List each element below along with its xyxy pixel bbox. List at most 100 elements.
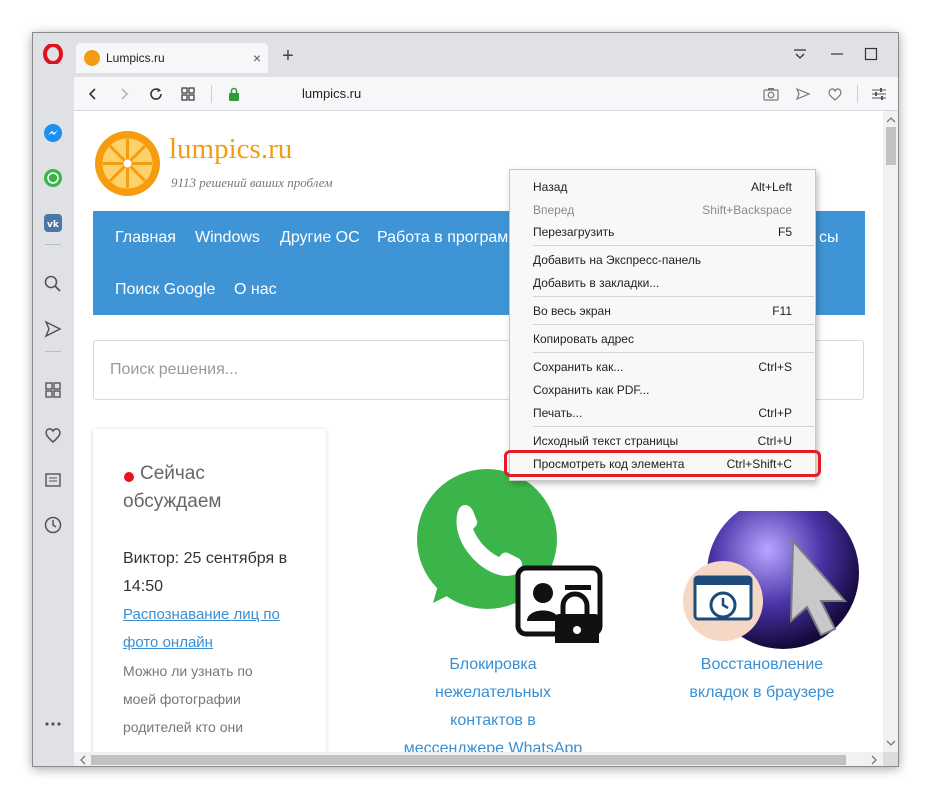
menu-item-add-speed-dial[interactable]: Добавить на Экспресс-панель bbox=[510, 249, 815, 271]
orange-slice-icon bbox=[102, 138, 153, 189]
article-title-line: Блокировка bbox=[449, 656, 537, 673]
tab-close-button[interactable]: × bbox=[246, 50, 268, 66]
site-subtitle: 9113 решений ваших проблем bbox=[171, 175, 333, 190]
live-dot-icon bbox=[124, 472, 134, 482]
tab-menu-icon[interactable] bbox=[785, 41, 815, 67]
whatsapp-article-image[interactable] bbox=[403, 463, 603, 648]
menu-separator bbox=[533, 324, 814, 325]
comment-text: родителей кто они bbox=[123, 719, 244, 735]
whatsapp-icon[interactable] bbox=[42, 167, 64, 189]
menu-item-save-pdf[interactable]: Сохранить как PDF... bbox=[510, 379, 815, 401]
maximize-button[interactable] bbox=[856, 41, 886, 67]
menu-item-reload[interactable]: Перезагрузить F5 bbox=[510, 221, 815, 243]
sidebar-separator bbox=[45, 244, 61, 245]
horizontal-scrollbar[interactable] bbox=[74, 752, 883, 767]
bookmark-heart-icon[interactable] bbox=[824, 83, 846, 105]
menu-item-fullscreen[interactable]: Во весь экран F11 bbox=[510, 300, 815, 322]
site-logo[interactable] bbox=[95, 131, 160, 196]
search-placeholder: Поиск решения... bbox=[110, 361, 239, 378]
url-field[interactable]: lumpics.ru bbox=[302, 86, 361, 101]
menu-item-label: Добавить на Экспресс-панель bbox=[533, 253, 702, 267]
opera-logo-icon[interactable] bbox=[42, 43, 64, 65]
nav-item-google-search[interactable]: Поиск Google bbox=[115, 281, 215, 299]
vk-icon[interactable]: vk bbox=[42, 212, 64, 234]
menu-separator bbox=[533, 426, 814, 427]
article-title-restore-tabs[interactable]: Восстановление вкладок в браузере bbox=[662, 651, 862, 707]
menu-item-print[interactable]: Печать... Ctrl+P bbox=[510, 402, 815, 424]
scroll-thumb[interactable] bbox=[886, 127, 896, 165]
article-title-line: контактов в bbox=[450, 712, 536, 729]
context-menu: Назад Alt+Left Вперед Shift+Backspace Пере… bbox=[509, 169, 816, 481]
address-bar: lumpics.ru bbox=[74, 77, 898, 111]
menu-item-add-bookmark[interactable]: Добавить в закладки... bbox=[510, 272, 815, 294]
more-icon[interactable] bbox=[42, 713, 64, 735]
nav-item-about[interactable]: О нас bbox=[234, 281, 277, 299]
nav-item-truncated[interactable]: сы bbox=[819, 229, 839, 247]
forward-button[interactable] bbox=[113, 83, 135, 105]
heart-icon[interactable] bbox=[42, 424, 64, 446]
comment-text: Можно ли узнать по bbox=[123, 663, 253, 679]
nav-item-windows[interactable]: Windows bbox=[195, 229, 260, 247]
snapshot-icon[interactable] bbox=[760, 83, 782, 105]
comment-time: 14:50 bbox=[123, 578, 164, 595]
favicon-icon bbox=[84, 50, 100, 66]
news-icon[interactable] bbox=[42, 469, 64, 491]
speed-dial-button[interactable] bbox=[177, 83, 199, 105]
menu-item-label: Копировать адрес bbox=[533, 332, 634, 346]
vertical-scrollbar[interactable] bbox=[883, 111, 899, 752]
back-button[interactable] bbox=[82, 83, 104, 105]
minimize-button[interactable] bbox=[822, 41, 852, 67]
messenger-icon[interactable] bbox=[42, 122, 64, 144]
whatsapp-block-icon bbox=[411, 463, 603, 648]
comment-author: Виктор: 25 сентября в bbox=[123, 550, 288, 567]
lock-icon[interactable] bbox=[224, 83, 244, 105]
menu-item-label: Вперед bbox=[533, 203, 575, 217]
easy-setup-icon[interactable] bbox=[868, 83, 890, 105]
screenshot-stage: vk Lumpics.ru × + lumpics.ru lumpics.ru … bbox=[0, 0, 931, 802]
scroll-down-icon[interactable] bbox=[883, 736, 899, 750]
menu-item-label: Назад bbox=[533, 180, 568, 194]
comment-link[interactable]: фото онлайн bbox=[123, 634, 213, 651]
article-title-whatsapp[interactable]: Блокировка нежелательных контактов в мес… bbox=[393, 651, 593, 752]
send-to-flow-icon[interactable] bbox=[792, 83, 814, 105]
search-icon[interactable] bbox=[42, 273, 64, 295]
nav-item-other-os[interactable]: Другие ОС bbox=[280, 229, 360, 247]
menu-item-save-as[interactable]: Сохранить как... Ctrl+S bbox=[510, 356, 815, 378]
menu-item-shortcut: F5 bbox=[777, 225, 792, 239]
menu-item-copy-address[interactable]: Копировать адрес bbox=[510, 328, 815, 350]
send-icon[interactable] bbox=[42, 318, 64, 340]
menu-separator bbox=[533, 352, 814, 353]
menu-item-shortcut: Ctrl+U bbox=[757, 434, 792, 448]
article-title-line: мессенджере WhatsApp bbox=[403, 740, 583, 752]
tab-lumpics[interactable]: Lumpics.ru × bbox=[76, 43, 268, 73]
close-window-button[interactable] bbox=[890, 41, 898, 67]
scroll-up-icon[interactable] bbox=[883, 113, 899, 127]
nav-item-programs[interactable]: Работа в програм bbox=[377, 229, 508, 247]
menu-item-label: Печать... bbox=[533, 406, 583, 420]
menu-item-forward[interactable]: Вперед Shift+Backspace bbox=[510, 199, 815, 221]
card-heading: обсуждаем bbox=[123, 491, 222, 512]
site-title[interactable]: lumpics.ru bbox=[169, 133, 292, 166]
article-title-line: Восстановление bbox=[700, 656, 824, 673]
history-icon[interactable] bbox=[42, 514, 64, 536]
menu-item-label: Добавить в закладки... bbox=[533, 276, 660, 290]
article-title-line: вкладок в браузере bbox=[689, 684, 835, 701]
menu-item-label: Перезагрузить bbox=[533, 225, 615, 239]
menu-item-shortcut: Ctrl+P bbox=[758, 406, 792, 420]
menu-item-label: Исходный текст страницы bbox=[533, 434, 679, 448]
reload-button[interactable] bbox=[145, 83, 167, 105]
comment-link[interactable]: Распознавание лиц по bbox=[123, 606, 280, 623]
comment-text: моей фотографии bbox=[123, 691, 241, 707]
menu-item-back[interactable]: Назад Alt+Left bbox=[510, 176, 815, 198]
scroll-left-icon[interactable] bbox=[76, 752, 90, 767]
menu-item-view-source[interactable]: Исходный текст страницы Ctrl+U bbox=[510, 430, 815, 452]
nav-item-home[interactable]: Главная bbox=[115, 229, 176, 247]
speed-dial-icon[interactable] bbox=[42, 379, 64, 401]
scroll-thumb[interactable] bbox=[91, 755, 846, 765]
card-heading: Сейчас bbox=[140, 463, 205, 484]
new-tab-button[interactable]: + bbox=[278, 45, 298, 68]
tab-strip: Lumpics.ru × + bbox=[74, 33, 898, 77]
scroll-right-icon[interactable] bbox=[867, 752, 881, 767]
restore-tabs-article-image[interactable] bbox=[649, 497, 859, 651]
sidebar-separator bbox=[45, 351, 61, 352]
